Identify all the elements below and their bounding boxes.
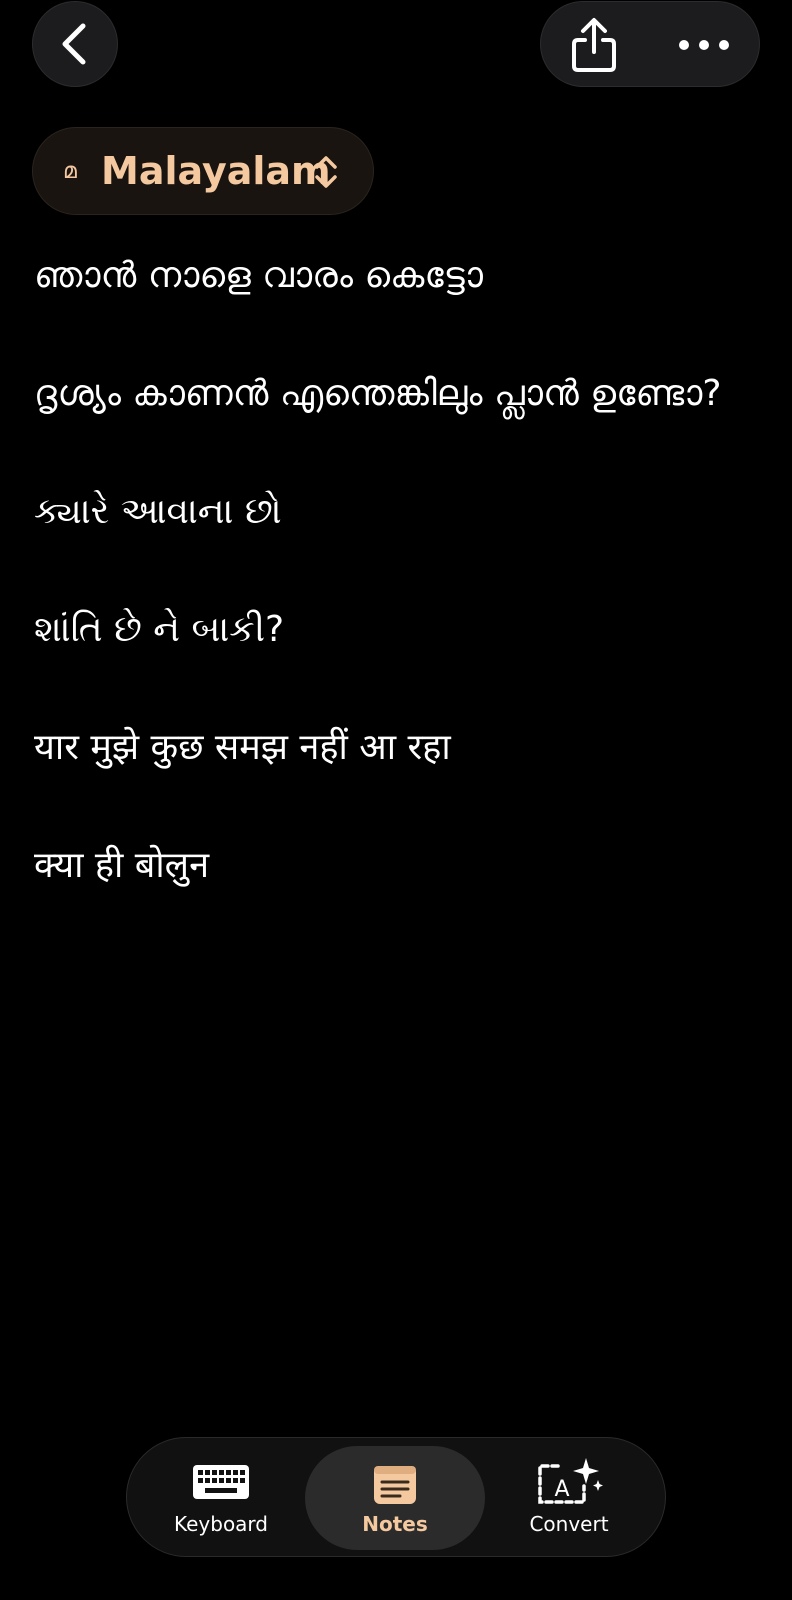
convert-sparkle-icon: A (538, 1458, 603, 1504)
language-selector[interactable]: മ Malayalam (32, 127, 374, 215)
keyboard-icon (193, 1465, 249, 1499)
notes-text-area[interactable]: ഞാൻ നാളെ വാരം കെട്ടോ ദൃശ്യം കാണൻ എന്തെങ്… (34, 246, 754, 954)
note-line: ક્યારે આવાના છો (34, 491, 282, 532)
back-button[interactable] (32, 1, 118, 87)
more-button[interactable] (669, 12, 739, 78)
share-button[interactable] (561, 12, 627, 78)
header-actions (540, 1, 760, 87)
tab-convert[interactable]: A Convert (479, 1446, 659, 1550)
notes-icon (374, 1466, 416, 1504)
more-horizontal-icon (679, 40, 729, 50)
share-icon (572, 18, 616, 72)
notes-screen: മ Malayalam ഞാൻ നാളെ വാരം കെട്ടോ ദൃശ്യം … (0, 0, 792, 1600)
tab-convert-label: Convert (529, 1512, 609, 1536)
note-line: ഞാൻ നാളെ വാരം കെട്ടോ (34, 255, 483, 296)
chevron-up-down-icon (315, 156, 337, 188)
language-label: Malayalam (101, 149, 331, 193)
tab-keyboard[interactable]: Keyboard (131, 1446, 311, 1550)
note-line: ദൃശ്യം കാണൻ എന്തെങ്കിലും പ്ലാൻ ഉണ്ടോ? (34, 373, 722, 414)
note-line: શાંતિ છે ને બાકી? (34, 609, 285, 650)
note-line: यार मुझे कुछ समझ नहीं आ रहा (34, 727, 451, 768)
svg-text:A: A (554, 1477, 569, 1502)
chevron-left-icon (62, 23, 86, 65)
tab-notes[interactable]: Notes (305, 1446, 485, 1550)
tab-keyboard-label: Keyboard (173, 1512, 268, 1536)
tab-notes-label: Notes (362, 1512, 428, 1536)
bottom-tab-bar: Keyboard Notes A Convert (126, 1437, 666, 1557)
note-line: क्या ही बोलुन (34, 845, 210, 886)
language-glyph: മ (63, 159, 77, 184)
